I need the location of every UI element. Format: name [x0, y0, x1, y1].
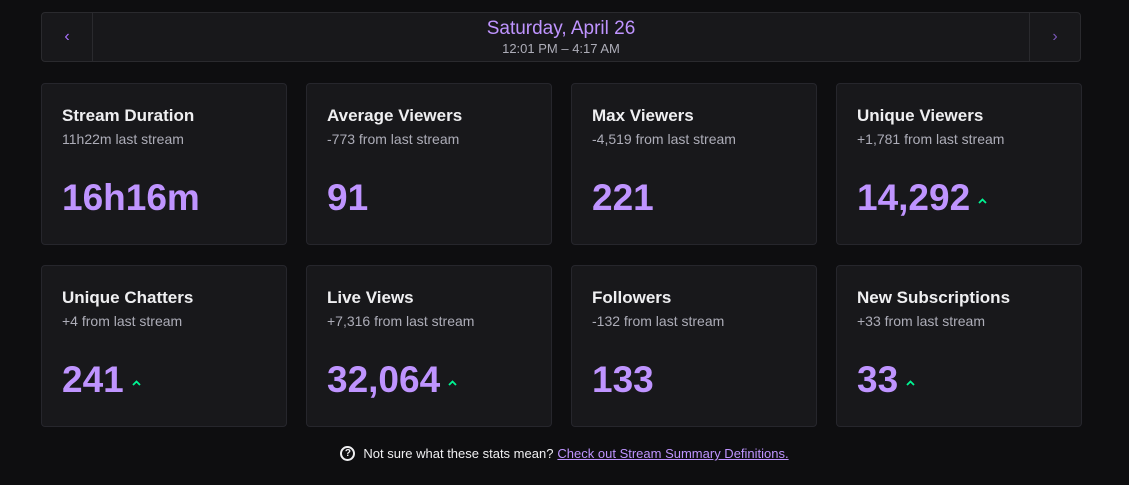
stat-value: 32,064 [327, 359, 441, 400]
stat-value: 33 [857, 359, 899, 400]
stat-title: Stream Duration [62, 106, 195, 125]
stream-date-header: Saturday, April 26 12:01 PM – 4:17 AM [93, 13, 1029, 61]
stat-title: Followers [592, 288, 672, 307]
chevron-right-icon: › [1052, 28, 1058, 45]
trend-up-icon [978, 198, 987, 204]
question-circle-icon: ? [340, 446, 356, 461]
stat-card-unique-chatters: Unique Chatters +4 from last stream 241 [41, 265, 287, 427]
stream-summary-definitions-link[interactable]: Check out Stream Summary Definitions. [557, 446, 788, 461]
stat-card-stream-duration: Stream Duration 11h22m last stream 16h16… [41, 83, 287, 245]
stream-date: Saturday, April 26 [486, 17, 636, 39]
stat-title: Average Viewers [327, 106, 463, 125]
stream-time-range: 12:01 PM – 4:17 AM [502, 40, 620, 56]
trend-up-icon [448, 380, 457, 386]
stat-value: 221 [592, 177, 654, 218]
stat-title: Unique Chatters [62, 288, 194, 307]
date-navigator: ‹ Saturday, April 26 12:01 PM – 4:17 AM … [41, 12, 1081, 62]
stat-comparison: -773 from last stream [327, 131, 460, 147]
stat-card-max-viewers: Max Viewers -4,519 from last stream 221 [571, 83, 817, 245]
stat-comparison: -132 from last stream [592, 313, 725, 329]
stat-title: Unique Viewers [857, 106, 984, 125]
stat-value: 16h16m [62, 177, 200, 218]
stat-comparison: +7,316 from last stream [327, 313, 475, 329]
stat-comparison: +4 from last stream [62, 313, 183, 329]
stat-title: New Subscriptions [857, 288, 1011, 307]
stat-value: 133 [592, 359, 654, 400]
stat-comparison: 11h22m last stream [62, 131, 184, 147]
stat-card-unique-viewers: Unique Viewers +1,781 from last stream 1… [836, 83, 1082, 245]
stat-card-new-subscriptions: New Subscriptions +33 from last stream 3… [836, 265, 1082, 427]
stat-comparison: -4,519 from last stream [592, 131, 736, 147]
chevron-left-icon: ‹ [64, 28, 70, 45]
stat-title: Live Views [327, 288, 414, 307]
stat-comparison: +33 from last stream [857, 313, 985, 329]
stat-value: 14,292 [857, 177, 971, 218]
stats-grid: Stream Duration 11h22m last stream 16h16… [41, 83, 1082, 427]
help-text: Not sure what these stats mean? [363, 446, 554, 461]
next-stream-button[interactable]: › [1029, 13, 1080, 61]
stat-card-average-viewers: Average Viewers -773 from last stream 91 [306, 83, 552, 245]
stat-value: 91 [327, 177, 369, 218]
stat-comparison: +1,781 from last stream [857, 131, 1005, 147]
trend-up-icon [906, 380, 915, 386]
stat-value: 241 [62, 359, 124, 400]
stat-card-live-views: Live Views +7,316 from last stream 32,06… [306, 265, 552, 427]
trend-up-icon [132, 380, 141, 386]
stats-help-footer: ? Not sure what these stats mean? Check … [0, 446, 1129, 461]
previous-stream-button[interactable]: ‹ [42, 13, 93, 61]
stat-card-followers: Followers -132 from last stream 133 [571, 265, 817, 427]
stat-title: Max Viewers [592, 106, 694, 125]
